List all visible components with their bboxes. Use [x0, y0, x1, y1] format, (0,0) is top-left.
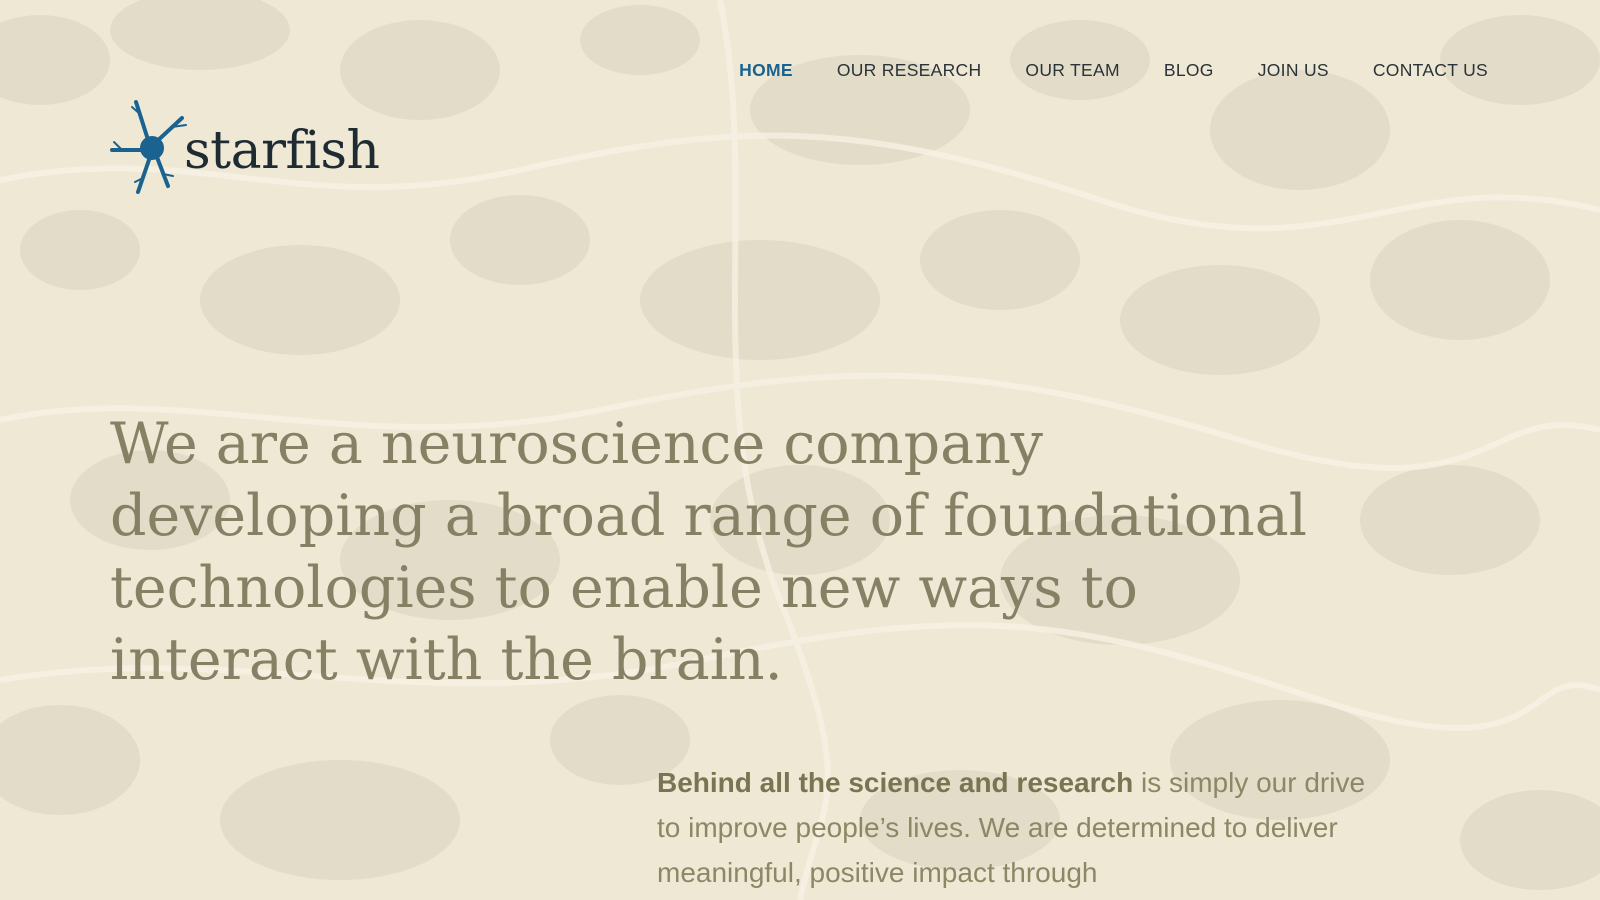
nav-item-home[interactable]: HOME [739, 58, 793, 82]
intro-paragraph: Behind all the science and research is s… [657, 760, 1377, 895]
nav-item-blog[interactable]: BLOG [1164, 58, 1214, 82]
nav-item-our-team[interactable]: OUR TEAM [1025, 58, 1119, 82]
nav-item-contact-us[interactable]: CONTACT US [1373, 58, 1488, 82]
hero-headline: We are a neuroscience company developing… [110, 411, 1307, 693]
main-nav: HOME OUR RESEARCH OUR TEAM BLOG JOIN US … [739, 58, 1488, 82]
brand-logo[interactable]: starfish [110, 98, 380, 198]
intro-lead-bold: Behind all the science and research [657, 767, 1134, 798]
nav-item-join-us[interactable]: JOIN US [1258, 58, 1329, 82]
brand-name: starfish [184, 121, 380, 181]
nav-item-our-research[interactable]: OUR RESEARCH [837, 58, 982, 82]
